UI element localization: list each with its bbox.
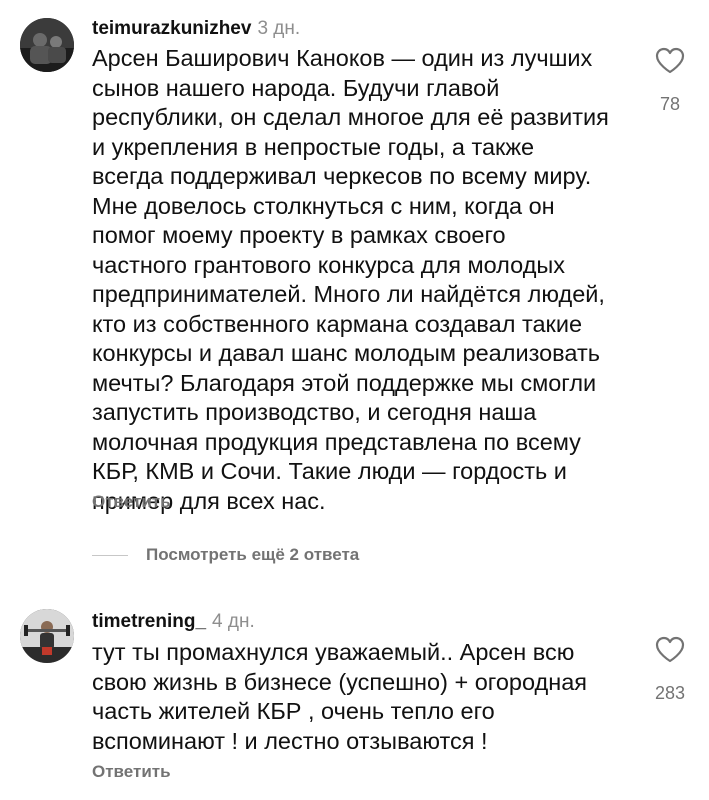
comment-text: Арсен Баширович Каноков — один из лучших… (92, 45, 609, 514)
avatar-teimurazkunizhev[interactable] (20, 18, 74, 72)
reply-button[interactable]: Ответить (92, 762, 171, 782)
heart-icon[interactable] (655, 47, 685, 74)
username[interactable]: timetrening_ (92, 611, 206, 632)
comment-header: teimurazkunizhev 3 дн. (92, 18, 300, 40)
avatar-image (20, 609, 74, 663)
like-count: 78 (659, 94, 681, 114)
timestamp: 4 дн. (212, 611, 255, 632)
comment-header: timetrening_ 4 дн. (92, 611, 255, 633)
divider-line (92, 554, 128, 556)
heart-icon[interactable] (655, 636, 685, 663)
like-count: 283 (654, 683, 686, 703)
view-more-label[interactable]: Посмотреть ещё 2 ответа (146, 545, 359, 565)
comment-text: тут ты промахнулся уважаемый.. Арсен всю… (92, 639, 588, 754)
view-more-replies[interactable]: Посмотреть ещё 2 ответа (92, 545, 359, 565)
avatar-image (20, 18, 74, 72)
avatar-timetrening[interactable] (20, 609, 74, 663)
timestamp: 3 дн. (257, 18, 301, 39)
like-column: 283 (640, 636, 700, 704)
like-column: 78 (640, 47, 700, 115)
username[interactable]: teimurazkunizhev (92, 18, 251, 39)
reply-button[interactable]: Ответить (92, 492, 171, 512)
